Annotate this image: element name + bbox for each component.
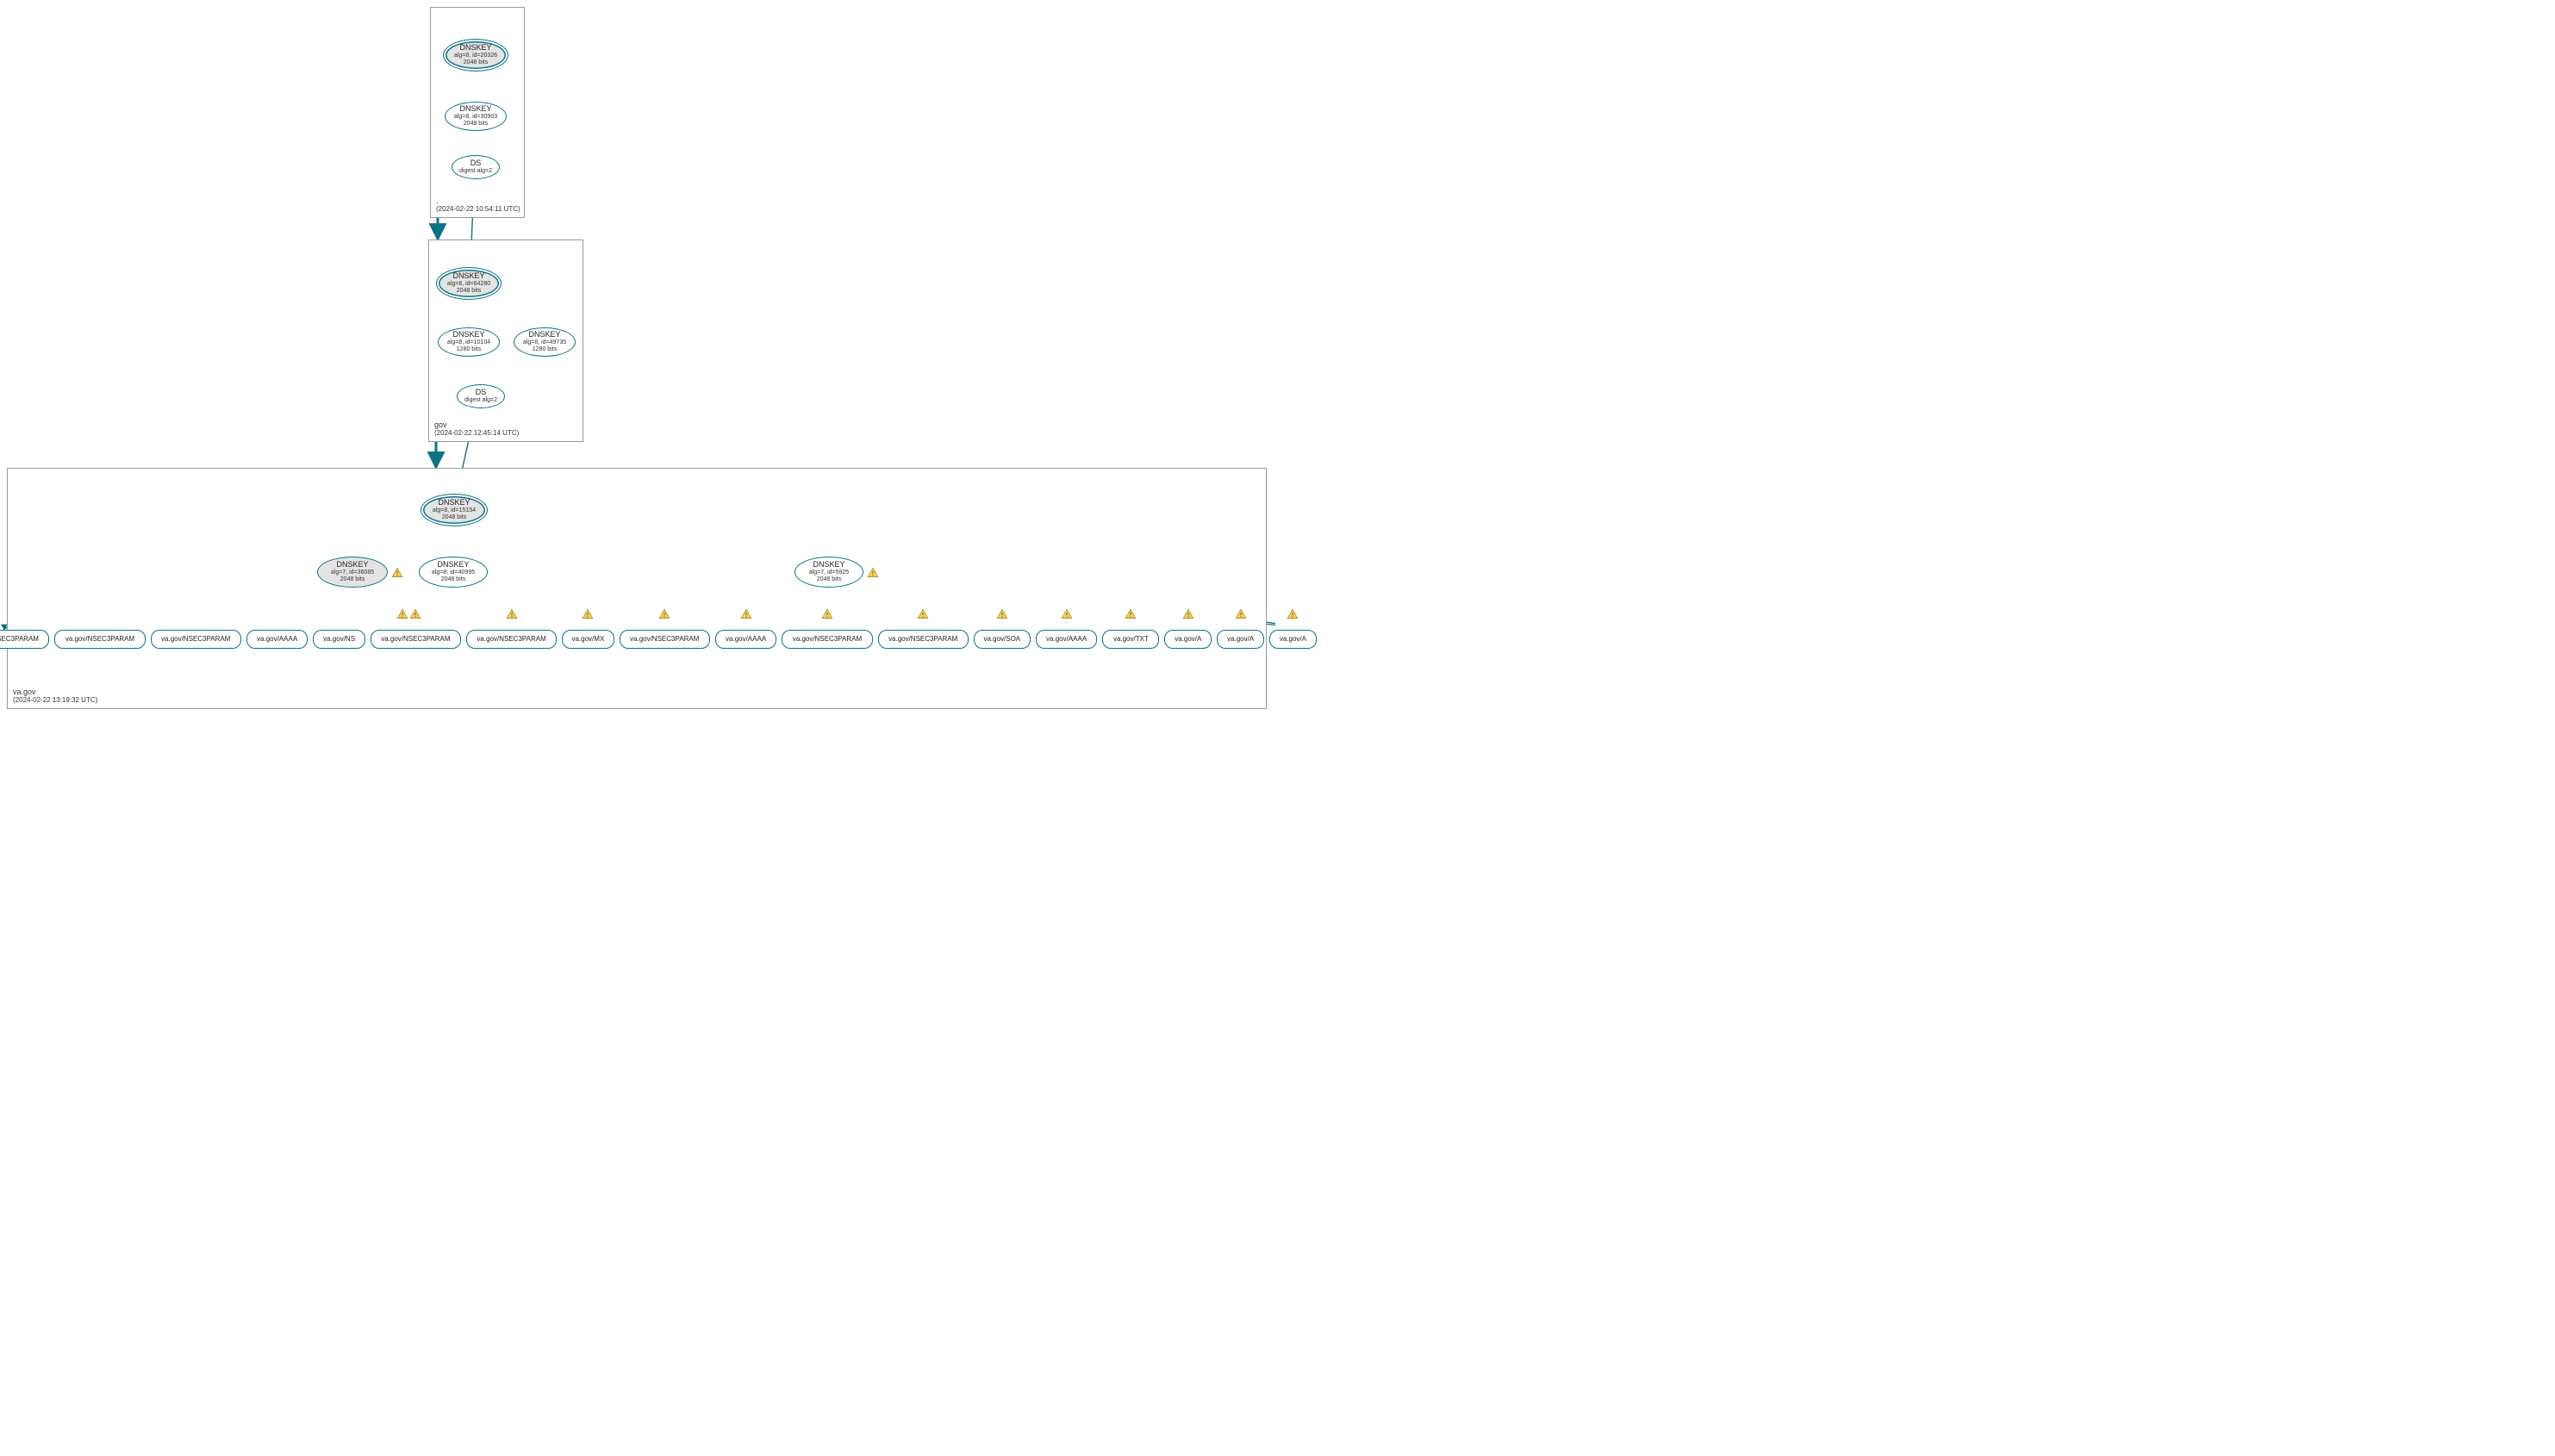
rrset-label: va.gov/NSEC3PARAM [793,636,862,644]
root-ksk-node: DNSKEY alg=8, id=20326 2048 bits [443,39,508,72]
rrset-box: va.gov/NS [313,630,365,649]
rrset-box: va.gov/AAAA [246,630,308,649]
rrset-box: va.gov/NSEC3PARAM [371,630,461,649]
rrset-box: va.gov/AAAA [715,630,777,649]
root-zsk-node: DNSKEY alg=8, id=30903 2048 bits [445,102,507,131]
root-ds-node: DS digest alg=2 [452,155,500,179]
zone-vagov-box: va.gov (2024-02-22 13:19:32 UTC) [7,468,1267,709]
rrset-box: va.gov/SOA [974,630,1031,649]
va-dnskey-alg7b-node: DNSKEY alg=7, id=5925 2048 bits [795,557,863,588]
rrset-box: va.gov/NSEC3PARAM [54,630,145,649]
va-ksk-node: DNSKEY alg=8, id=15154 2048 bits [421,494,488,526]
rrset-box: va.gov/NSEC3PARAM [620,630,710,649]
rrset-label: va.gov/NSEC3PARAM [630,636,699,644]
rrset-box: va.gov/NSEC3PARAM [151,630,241,649]
zone-vagov-label: va.gov (2024-02-22 13:19:32 UTC) [13,688,97,705]
va-dnskey-alg7a-node: DNSKEY alg=7, id=36085 2048 bits [317,557,388,588]
rrset-box: va.gov/NSEC3PARAM [466,630,557,649]
rrset-box: va.gov/A [1217,630,1264,649]
rrset-box: va.gov/MX [562,630,614,649]
rrset-label: va.gov/A [1280,636,1306,644]
rrset-label: va.gov/TXT [1113,636,1149,644]
rrset-box: va.gov/NSEC3PARAM [878,630,969,649]
gov-zsk2-node: DNSKEY alg=8, id=49735 1280 bits [514,327,576,357]
rrset-box: va.gov/AAAA [1036,630,1098,649]
rrset-label: va.gov/NS [323,636,355,644]
rrset-box: va.gov/NSEC3PARAM [782,630,872,649]
rrset-box: va.gov/A [1269,630,1317,649]
warning-icon [1287,608,1299,620]
rrset-box: va.gov/NSEC3PARAM [0,630,49,649]
rrset-label: va.gov/AAAA [726,636,766,644]
rrset-label: va.gov/A [1227,636,1254,644]
gov-ksk-node: DNSKEY alg=8, id=64280 2048 bits [436,267,502,300]
rrset-label: va.gov/AAAA [1046,636,1087,644]
gov-zsk-node: DNSKEY alg=8, id=10104 1280 bits [438,327,500,357]
zone-root-label: . (2024-02-22 10:54:11 UTC) [436,196,520,214]
va-zsk-node: DNSKEY alg=8, id=40995 2048 bits [419,557,488,588]
rrset-label: va.gov/MX [571,636,604,644]
rrset-box: va.gov/A [1164,630,1212,649]
rrset-label: va.gov/A [1175,636,1201,644]
gov-ds-node: DS digest alg=2 [457,384,505,408]
rrset-box: va.gov/TXT [1102,630,1159,649]
diagram-canvas: . (2024-02-22 10:54:11 UTC) gov (2024-02… [0,0,1275,728]
rrset-label: va.gov/NSEC3PARAM [65,636,134,644]
rrset-label: va.gov/SOA [983,636,1020,644]
rrset-label: va.gov/NSEC3PARAM [381,636,450,644]
rrset-label: va.gov/NSEC3PARAM [0,636,39,644]
zone-gov-label: gov (2024-02-22 12:45:14 UTC) [434,420,519,438]
rrset-label: va.gov/AAAA [257,636,297,644]
rrset-label: va.gov/NSEC3PARAM [161,636,230,644]
rrset-label: va.gov/NSEC3PARAM [888,636,957,644]
rrset-label: va.gov/NSEC3PARAM [477,636,545,644]
